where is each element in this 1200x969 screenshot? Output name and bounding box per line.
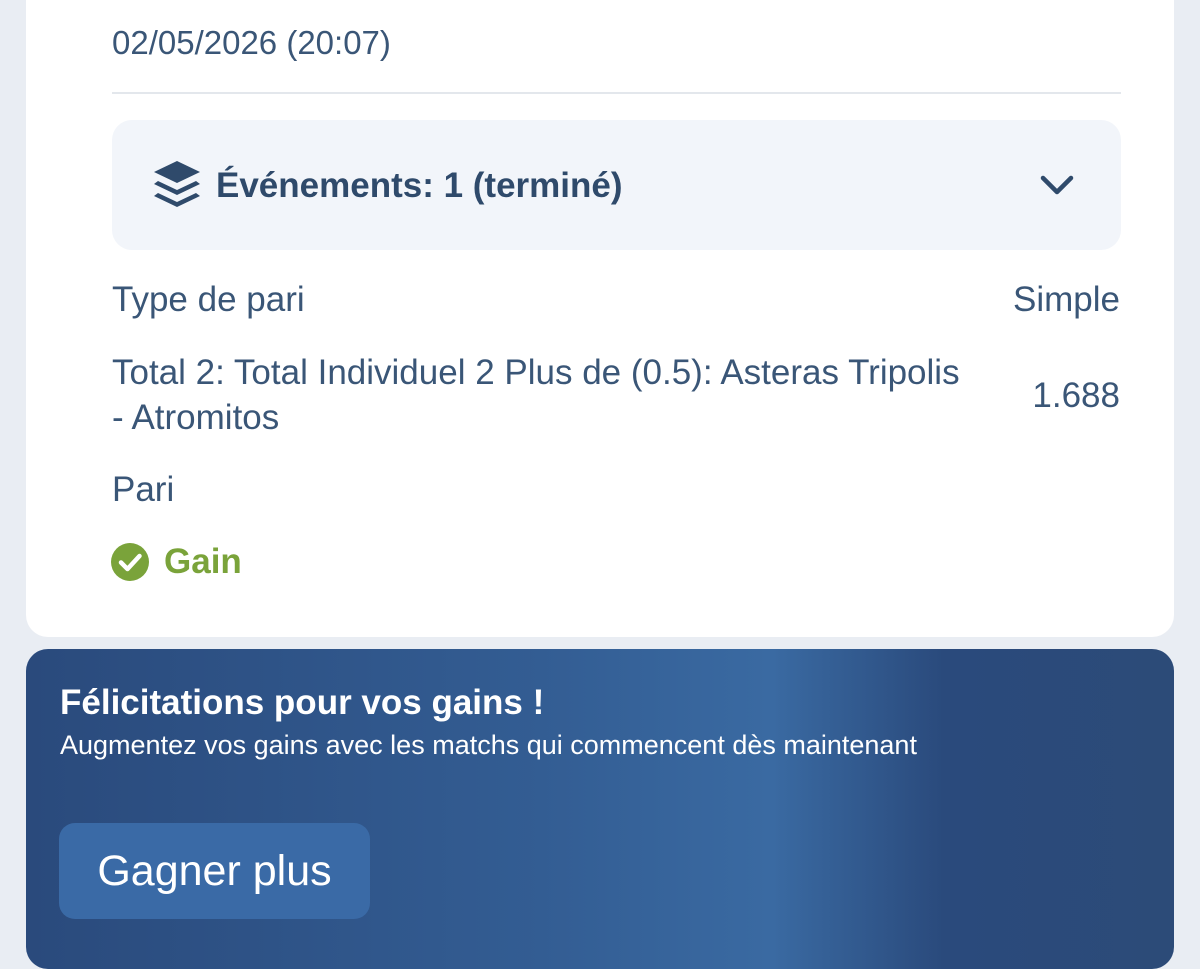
bet-type-label: Type de pari bbox=[112, 280, 305, 319]
divider bbox=[112, 92, 1121, 94]
bet-result: Gain bbox=[110, 540, 242, 584]
bet-label: Pari bbox=[112, 470, 175, 509]
promo-subtitle: Augmentez vos gains avec les matchs qui … bbox=[60, 730, 917, 760]
events-accordion[interactable]: Événements: 1 (terminé) bbox=[112, 120, 1121, 250]
events-label: Événements: 1 (terminé) bbox=[216, 166, 623, 205]
promo-banner: Félicitations pour vos gains ! Augmentez… bbox=[26, 649, 1174, 969]
chevron-down-icon[interactable] bbox=[1039, 170, 1075, 200]
promo-title: Félicitations pour vos gains ! bbox=[60, 683, 545, 722]
check-circle-icon bbox=[111, 543, 149, 581]
layers-icon bbox=[154, 161, 200, 207]
bet-card: 02/05/2026 (20:07) Événements: 1 (termin… bbox=[26, 0, 1174, 637]
bet-odds: 1.688 bbox=[1032, 376, 1120, 415]
bet-type-value: Simple bbox=[1013, 280, 1120, 319]
bet-date: 02/05/2026 (20:07) bbox=[112, 24, 391, 61]
win-more-button[interactable]: Gagner plus bbox=[59, 823, 370, 919]
bet-selection: Total 2: Total Individuel 2 Plus de (0.5… bbox=[112, 353, 960, 437]
result-label: Gain bbox=[164, 542, 242, 581]
